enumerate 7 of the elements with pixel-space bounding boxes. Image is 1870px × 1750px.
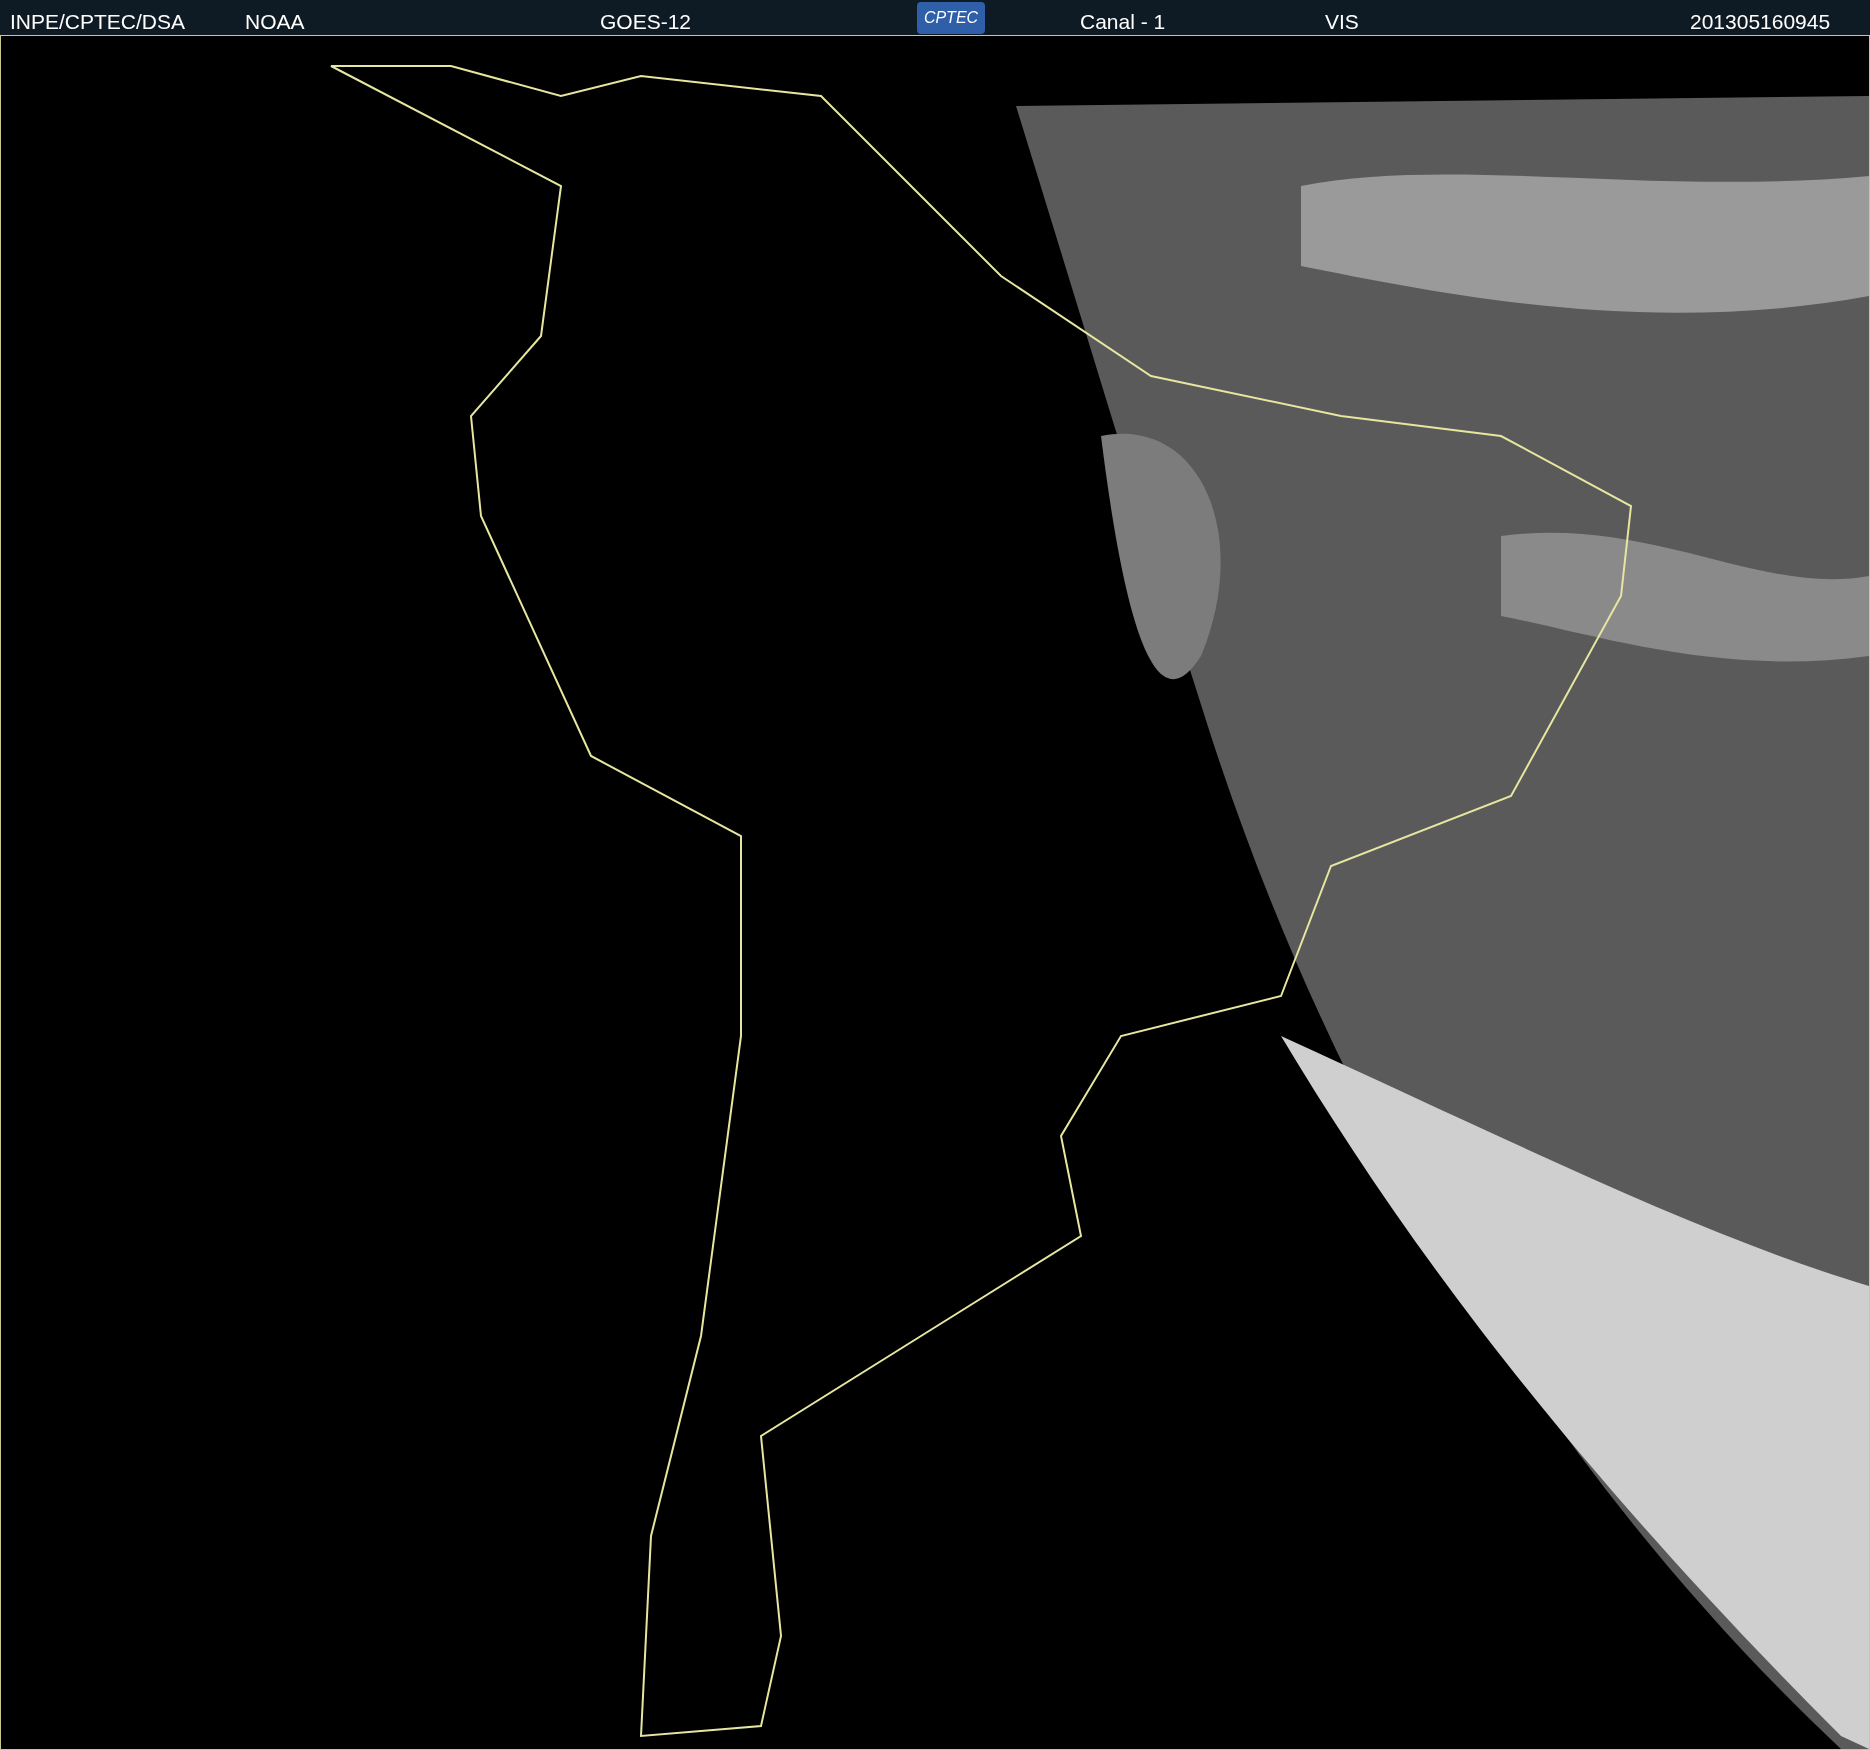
header-label: Canal - 1 [1080,9,1166,35]
header-label: INPE/CPTEC/DSA [10,9,186,35]
header-label: GOES-12 [600,9,692,35]
header-label: 201305160945 [1690,9,1831,35]
logo: CPTEC [917,2,985,34]
header-label: NOAA [245,9,305,35]
header-label: VIS [1325,9,1359,35]
